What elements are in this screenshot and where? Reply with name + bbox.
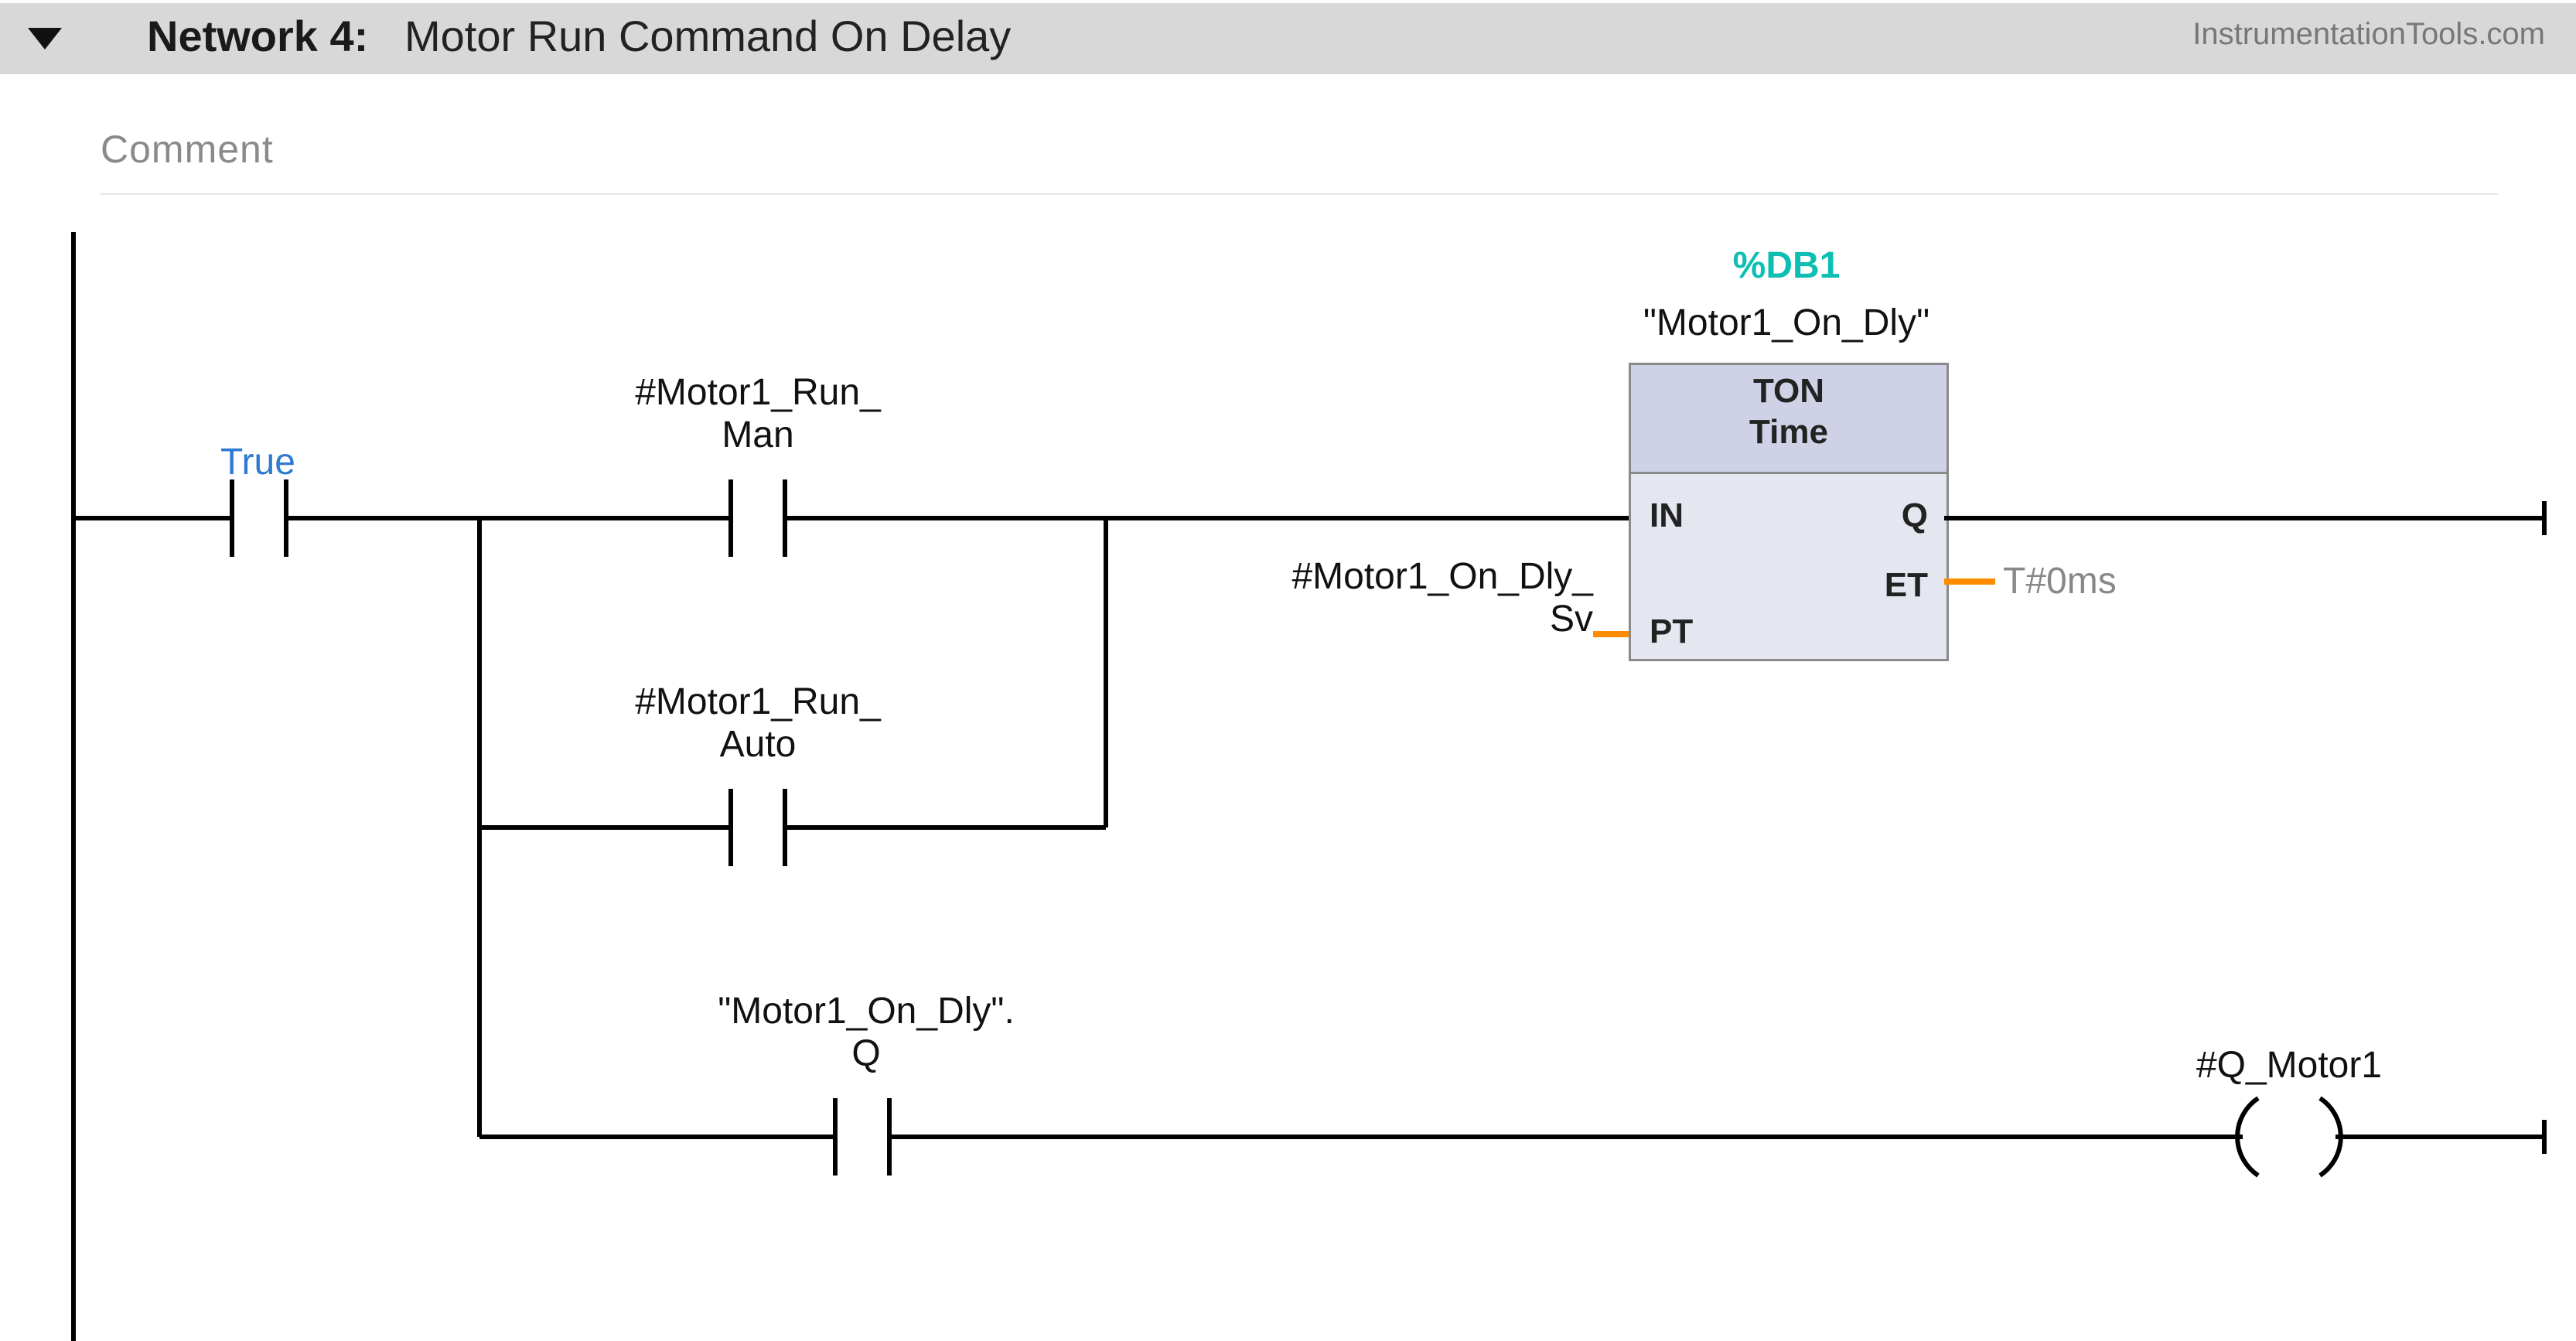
timer-type: TON <box>1631 371 1947 412</box>
on-dly-q-contact-label: "Motor1_On_Dly". Q <box>657 990 1075 1075</box>
timer-db-name: "Motor1_On_Dly" <box>1609 302 1964 344</box>
timer-subtype: Time <box>1631 412 1947 453</box>
timer-pt-value-label: #Motor1_On_Dly_ Sv <box>1191 555 1593 640</box>
network-label: Network 4: <box>147 12 368 60</box>
network-header[interactable]: Network 4: Motor Run Command On Delay In… <box>0 0 2576 74</box>
timer-et-value-label: T#0ms <box>2003 560 2117 602</box>
run-man-contact[interactable] <box>715 464 800 572</box>
ladder-canvas <box>0 0 2576 1341</box>
true-contact[interactable] <box>217 464 302 572</box>
port-in: IN <box>1650 496 1684 535</box>
run-auto-contact-label: #Motor1_Run_ Auto <box>588 681 928 766</box>
network-title-row: Network 4: Motor Run Command On Delay <box>147 11 1011 61</box>
network-title: Motor Run Command On Delay <box>404 12 1011 60</box>
run-auto-contact[interactable] <box>715 773 800 882</box>
port-et: ET <box>1885 566 1928 605</box>
q-motor1-coil[interactable] <box>2235 1083 2343 1191</box>
run-man-contact-label: #Motor1_Run_ Man <box>588 371 928 456</box>
q-motor1-coil-label: #Q_Motor1 <box>2181 1044 2397 1087</box>
on-dly-q-contact[interactable] <box>820 1083 905 1191</box>
timer-db-address: %DB1 <box>1678 244 1895 287</box>
collapse-chevron-icon[interactable] <box>22 15 68 62</box>
comment-divider <box>101 193 2498 195</box>
port-q: Q <box>1902 496 1928 535</box>
comment-input[interactable]: Comment <box>101 127 274 172</box>
ton-timer-block[interactable]: TON Time IN Q PT ET <box>1629 363 1949 661</box>
timer-header: TON Time <box>1631 365 1947 474</box>
watermark-text: InstrumentationTools.com <box>2192 17 2545 52</box>
port-pt: PT <box>1650 612 1693 651</box>
